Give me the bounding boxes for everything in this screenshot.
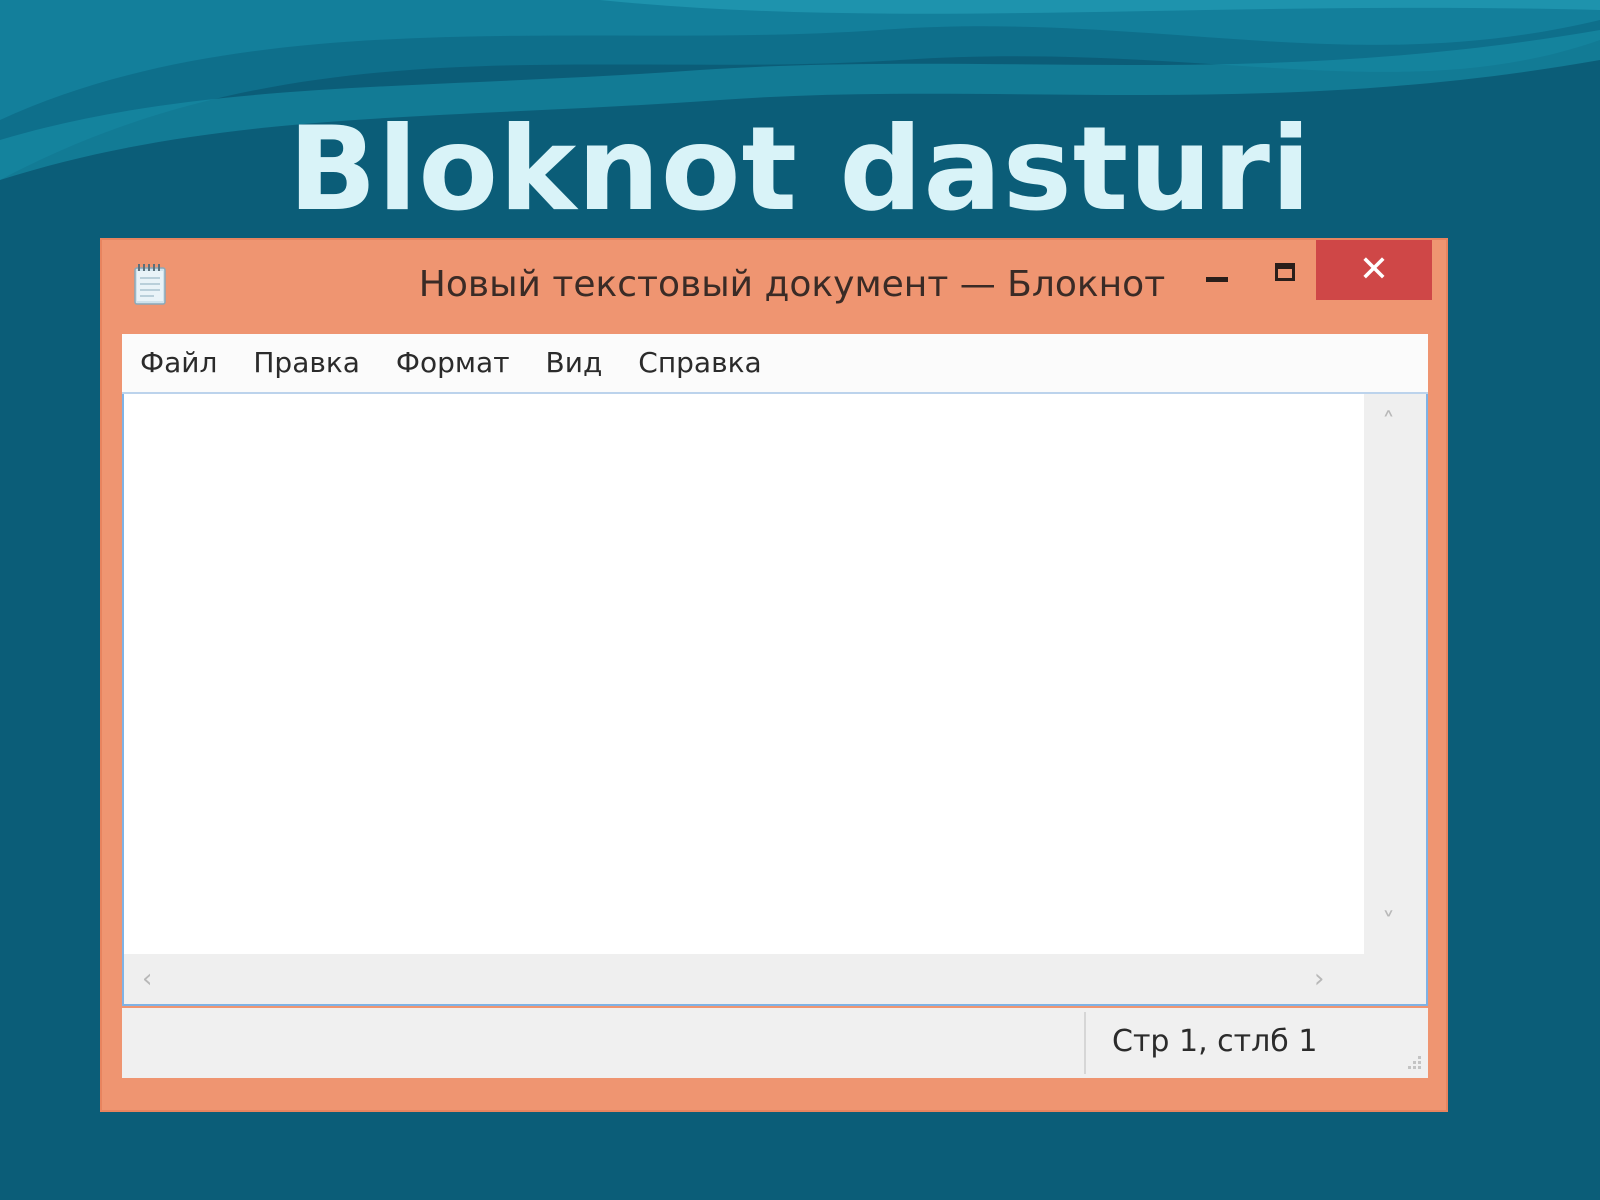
status-bar: Стр 1, стлб 1: [122, 1008, 1428, 1078]
cursor-position: Стр 1, стлб 1: [1112, 1024, 1318, 1059]
menu-bar: Файл Правка Формат Вид Справка: [122, 334, 1428, 394]
editor-frame: ˄ ˅ ‹ ›: [122, 394, 1428, 1006]
status-divider: [1084, 1012, 1086, 1074]
resize-grip-icon[interactable]: [1402, 1052, 1422, 1072]
scroll-down-icon[interactable]: ˅: [1382, 908, 1395, 938]
menu-file[interactable]: Файл: [122, 341, 235, 385]
scroll-up-icon[interactable]: ˄: [1382, 408, 1395, 438]
slide-title: Bloknot dasturi: [288, 102, 1312, 237]
notepad-window: Новый текстовый документ — Блокнот ✕ Фай…: [100, 238, 1448, 1112]
menu-help[interactable]: Справка: [620, 341, 779, 385]
text-editor[interactable]: [124, 394, 1364, 954]
vertical-scrollbar[interactable]: ˄ ˅: [1364, 394, 1426, 954]
window-title: Новый текстовый документ — Блокнот: [418, 264, 1166, 305]
minimize-button[interactable]: [1182, 242, 1252, 302]
menu-format[interactable]: Формат: [378, 341, 528, 385]
scroll-left-icon[interactable]: ‹: [142, 964, 152, 994]
title-bar[interactable]: Новый текстовый документ — Блокнот ✕: [102, 240, 1446, 334]
close-icon: ✕: [1358, 249, 1390, 290]
scroll-right-icon[interactable]: ›: [1314, 964, 1324, 994]
horizontal-scrollbar[interactable]: ‹ ›: [124, 954, 1426, 1004]
minimize-icon: [1206, 276, 1228, 282]
maximize-icon: [1275, 263, 1295, 281]
menu-view[interactable]: Вид: [528, 341, 621, 385]
close-button[interactable]: ✕: [1316, 240, 1432, 300]
notepad-icon: [134, 264, 166, 305]
menu-edit[interactable]: Правка: [235, 341, 378, 385]
maximize-button[interactable]: [1250, 242, 1320, 302]
